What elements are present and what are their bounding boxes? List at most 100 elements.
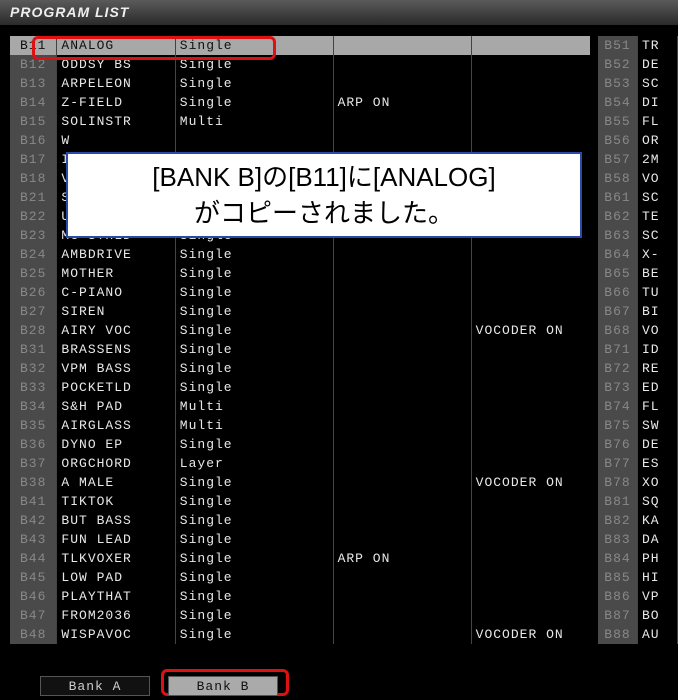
table-row[interactable]: B78XO — [598, 473, 678, 492]
table-row[interactable]: B46PLAYTHATSingle — [10, 587, 590, 606]
program-name: ANALOG — [57, 36, 175, 55]
table-row[interactable]: B48WISPAVOCSingleVOCODER ON — [10, 625, 590, 644]
program-id: B27 — [10, 302, 57, 321]
program-id: B33 — [10, 378, 57, 397]
table-row[interactable]: B64X- — [598, 245, 678, 264]
program-mode: Single — [176, 302, 334, 321]
table-row[interactable]: B34S&H PADMulti — [10, 397, 590, 416]
program-mode: Multi — [176, 416, 334, 435]
program-id: B31 — [10, 340, 57, 359]
table-row[interactable]: B67BI — [598, 302, 678, 321]
table-row[interactable]: B35AIRGLASSMulti — [10, 416, 590, 435]
program-name: ORGCHORD — [57, 454, 175, 473]
table-row[interactable]: B12ODDSY BSSingle — [10, 55, 590, 74]
program-id: B23 — [10, 226, 57, 245]
table-row[interactable]: B47FROM2036Single — [10, 606, 590, 625]
table-row[interactable]: B85HI — [598, 568, 678, 587]
table-row[interactable]: B33POCKETLDSingle — [10, 378, 590, 397]
table-row[interactable]: B66TU — [598, 283, 678, 302]
table-row[interactable]: B87BO — [598, 606, 678, 625]
table-row[interactable]: B44TLKVOXERSingleARP ON — [10, 549, 590, 568]
table-row[interactable]: B62TE — [598, 207, 678, 226]
table-row[interactable]: B76DE — [598, 435, 678, 454]
table-row[interactable]: B83DA — [598, 530, 678, 549]
table-row[interactable]: B41TIKTOKSingle — [10, 492, 590, 511]
table-row[interactable]: B71ID — [598, 340, 678, 359]
table-row[interactable]: B61SC — [598, 188, 678, 207]
table-row[interactable]: B74FL — [598, 397, 678, 416]
program-id: B13 — [10, 74, 57, 93]
table-row[interactable]: B36DYNO EPSingle — [10, 435, 590, 454]
table-row[interactable]: B77ES — [598, 454, 678, 473]
table-row[interactable]: B37ORGCHORDLayer — [10, 454, 590, 473]
table-row[interactable]: B73ED — [598, 378, 678, 397]
table-row[interactable]: B63SC — [598, 226, 678, 245]
table-row[interactable]: B81SQ — [598, 492, 678, 511]
table-row[interactable]: B572M — [598, 150, 678, 169]
table-row[interactable]: B26C-PIANOSingle — [10, 283, 590, 302]
table-row[interactable]: B88AU — [598, 625, 678, 644]
table-row[interactable]: B84PH — [598, 549, 678, 568]
table-row[interactable]: B65BE — [598, 264, 678, 283]
bank-b-tab[interactable]: Bank B — [168, 676, 278, 696]
table-row[interactable]: B43FUN LEADSingle — [10, 530, 590, 549]
table-row[interactable]: B45LOW PADSingle — [10, 568, 590, 587]
program-name: RE — [638, 359, 678, 378]
program-flag1 — [334, 112, 472, 131]
program-id: B53 — [598, 74, 638, 93]
table-row[interactable]: B52DE — [598, 55, 678, 74]
table-row[interactable]: B42BUT BASSSingle — [10, 511, 590, 530]
table-row[interactable]: B51TR — [598, 36, 678, 55]
program-name: PH — [638, 549, 678, 568]
program-mode: Single — [176, 587, 334, 606]
program-id: B88 — [598, 625, 638, 644]
program-flag2 — [472, 359, 590, 378]
bank-tabs: Bank A Bank B — [40, 676, 278, 696]
program-id: B61 — [598, 188, 638, 207]
program-name: BO — [638, 606, 678, 625]
program-name: WISPAVOC — [57, 625, 175, 644]
table-row[interactable]: B75SW — [598, 416, 678, 435]
table-row[interactable]: B15SOLINSTRMulti — [10, 112, 590, 131]
bank-a-tab[interactable]: Bank A — [40, 676, 150, 696]
program-flag2 — [472, 55, 590, 74]
program-id: B35 — [10, 416, 57, 435]
program-flag1: ARP ON — [334, 93, 472, 112]
program-flag2 — [472, 36, 590, 55]
program-mode: Single — [176, 340, 334, 359]
program-id: B44 — [10, 549, 57, 568]
table-row[interactable]: B72RE — [598, 359, 678, 378]
table-row[interactable]: B68VO — [598, 321, 678, 340]
program-id: B48 — [10, 625, 57, 644]
program-name: Z-FIELD — [57, 93, 175, 112]
table-row[interactable]: B16W — [10, 131, 590, 150]
table-row[interactable]: B25MOTHERSingle — [10, 264, 590, 283]
table-row[interactable]: B13ARPELEONSingle — [10, 74, 590, 93]
copy-confirmation-overlay: [BANK B]の[B11]に[ANALOG] がコピーされました。 — [66, 152, 582, 238]
table-row[interactable]: B28AIRY VOCSingleVOCODER ON — [10, 321, 590, 340]
table-row[interactable]: B86VP — [598, 587, 678, 606]
table-row[interactable]: B82KA — [598, 511, 678, 530]
table-row[interactable]: B11ANALOGSingle — [10, 36, 590, 55]
program-id: B55 — [598, 112, 638, 131]
table-row[interactable]: B54DI — [598, 93, 678, 112]
table-row[interactable]: B53SC — [598, 74, 678, 93]
program-mode: Single — [176, 378, 334, 397]
program-name: SOLINSTR — [57, 112, 175, 131]
program-id: B52 — [598, 55, 638, 74]
program-id: B15 — [10, 112, 57, 131]
program-name: ODDSY BS — [57, 55, 175, 74]
program-id: B58 — [598, 169, 638, 188]
table-row[interactable]: B58VO — [598, 169, 678, 188]
table-row[interactable]: B55FL — [598, 112, 678, 131]
table-row[interactable]: B14Z-FIELDSingleARP ON — [10, 93, 590, 112]
table-row[interactable]: B24AMBDRIVESingle — [10, 245, 590, 264]
program-flag1 — [334, 378, 472, 397]
table-row[interactable]: B56OR — [598, 131, 678, 150]
table-row[interactable]: B32VPM BASSSingle — [10, 359, 590, 378]
program-id: B86 — [598, 587, 638, 606]
program-name: DI — [638, 93, 678, 112]
table-row[interactable]: B27SIRENSingle — [10, 302, 590, 321]
table-row[interactable]: B31BRASSENSSingle — [10, 340, 590, 359]
table-row[interactable]: B38A MALESingleVOCODER ON — [10, 473, 590, 492]
